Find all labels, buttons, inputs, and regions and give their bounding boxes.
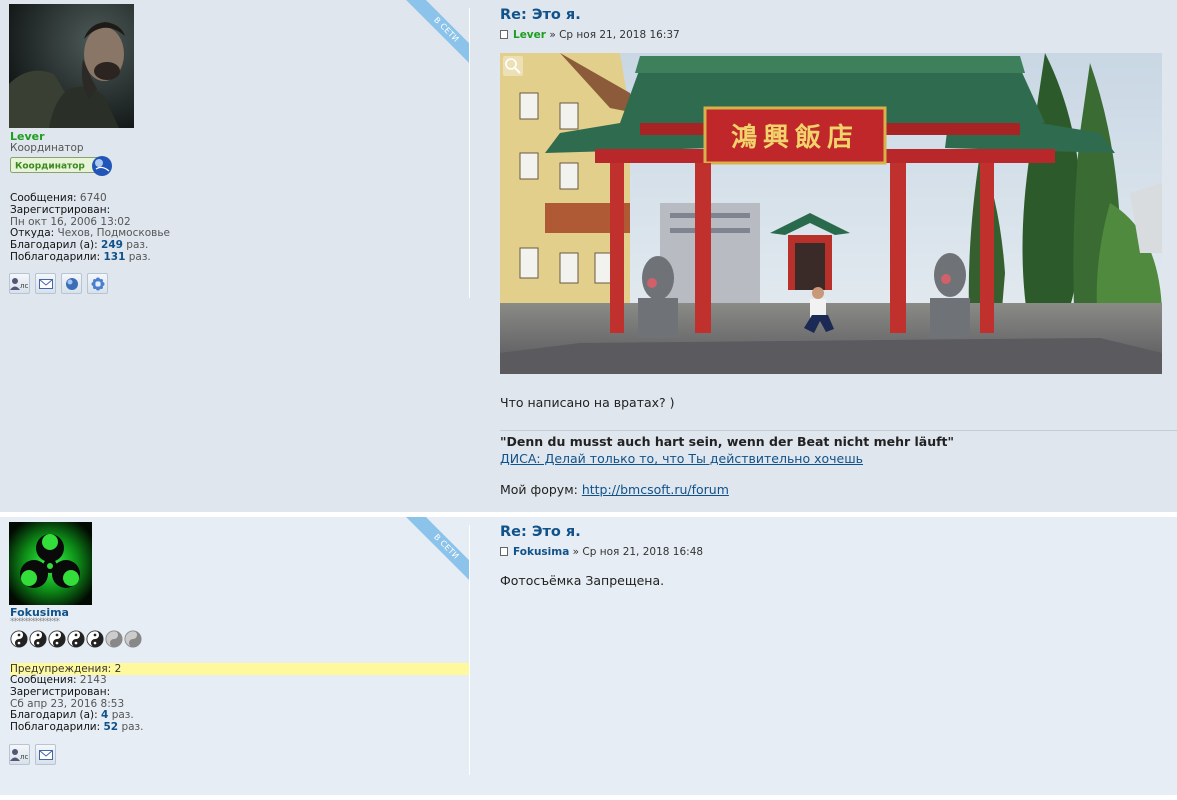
rank-stars: ************** bbox=[10, 617, 60, 627]
post-meta: Fokusima » Ср ноя 21, 2018 16:48 bbox=[500, 546, 703, 558]
meta-separator: » bbox=[549, 29, 556, 41]
post-profile: Fokusima ************** Предупреждения: … bbox=[0, 517, 470, 795]
signature-divider bbox=[500, 430, 1177, 431]
registered-label: Зарегистрирован: bbox=[10, 685, 111, 698]
post-lever: Lever Координатор Координатор Сообщения:… bbox=[0, 0, 1177, 512]
pm-icon: лс bbox=[10, 277, 28, 290]
yin-yang-icon bbox=[10, 630, 28, 648]
gate-sign-text: 鴻興飯店 bbox=[731, 122, 859, 153]
svg-text:лс: лс bbox=[20, 282, 28, 290]
online-label: В СЕТИ bbox=[405, 0, 470, 70]
registered-label: Зарегистрирован: bbox=[10, 203, 111, 216]
profile-divider bbox=[469, 8, 470, 298]
pm-button[interactable]: лс bbox=[9, 744, 30, 765]
messages-count: 2143 bbox=[79, 674, 107, 686]
rank-badge: Координатор bbox=[10, 155, 113, 177]
user-rank: Координатор bbox=[10, 142, 84, 154]
signature-quote: "Denn du musst auch hart sein, wenn der … bbox=[500, 434, 955, 449]
svg-text:лс: лс bbox=[20, 753, 28, 761]
yin-yang-icon bbox=[67, 630, 85, 648]
attached-photo[interactable]: 鴻興飯店 bbox=[500, 53, 1162, 374]
yin-yang-icon bbox=[48, 630, 66, 648]
thanks-received-count[interactable]: 52 bbox=[103, 721, 118, 733]
yin-yang-grey-icon bbox=[105, 630, 123, 648]
globe-icon bbox=[65, 277, 78, 290]
warnings-count: 2 bbox=[114, 663, 122, 675]
location-value: Чехов, Подмосковье bbox=[57, 227, 170, 240]
online-ribbon: В СЕТИ bbox=[400, 0, 470, 70]
thanked-suffix: раз. bbox=[111, 709, 134, 722]
profile-divider bbox=[469, 525, 470, 775]
thanked-suffix: раз. bbox=[126, 239, 149, 252]
thanked-label: Благодарил (а): bbox=[10, 239, 98, 252]
registered-date: Пн окт 16, 2006 13:02 bbox=[10, 215, 131, 228]
post-author[interactable]: Lever bbox=[513, 29, 546, 41]
online-ribbon: В СЕТИ bbox=[400, 517, 470, 587]
contact-buttons: лс bbox=[9, 744, 61, 765]
post-icon[interactable] bbox=[500, 547, 508, 556]
email-icon bbox=[38, 749, 53, 760]
thanks-received-label: Поблагодарили: bbox=[10, 250, 101, 263]
forum-link[interactable]: http://bmcsoft.ru/forum bbox=[582, 482, 729, 497]
icq-button[interactable] bbox=[87, 273, 108, 294]
post-title[interactable]: Re: Это я. bbox=[500, 524, 581, 540]
pm-button[interactable]: лс bbox=[9, 273, 30, 294]
post-author[interactable]: Fokusima bbox=[513, 546, 569, 558]
thanks-received-count[interactable]: 131 bbox=[103, 251, 125, 263]
thanked-count[interactable]: 4 bbox=[101, 709, 108, 721]
thanks-received-suffix: раз. bbox=[128, 250, 151, 263]
post-body: Фотосъёмка Запрещена. bbox=[500, 573, 665, 588]
post-date: Ср ноя 21, 2018 16:48 bbox=[582, 546, 704, 558]
user-stats: Сообщения: 2143 Зарегистрирован: Сб апр … bbox=[10, 674, 144, 734]
yin-yang-grey-icon bbox=[124, 630, 142, 648]
post-profile: Lever Координатор Координатор Сообщения:… bbox=[0, 0, 470, 512]
contact-buttons: лс bbox=[9, 273, 113, 294]
thanked-label: Благодарил (а): bbox=[10, 709, 98, 722]
location-label: Откуда: bbox=[10, 227, 55, 240]
email-button[interactable] bbox=[35, 744, 56, 765]
messages-count: 6740 bbox=[79, 192, 107, 204]
post-title[interactable]: Re: Это я. bbox=[500, 7, 581, 23]
messages-label: Сообщения: bbox=[10, 674, 77, 686]
yin-yang-icon bbox=[29, 630, 47, 648]
email-icon bbox=[38, 278, 53, 289]
pm-icon: лс bbox=[10, 748, 28, 761]
user-stats: Сообщения: 6740 Зарегистрирован: Пн окт … bbox=[10, 192, 170, 264]
post-icon[interactable] bbox=[500, 30, 508, 39]
meta-separator: » bbox=[572, 546, 580, 558]
post-meta: Lever » Ср ноя 21, 2018 16:37 bbox=[500, 29, 680, 41]
email-button[interactable] bbox=[35, 273, 56, 294]
yin-yang-icon bbox=[86, 630, 104, 648]
messages-label: Сообщения: bbox=[10, 192, 77, 204]
post-date: Ср ноя 21, 2018 16:37 bbox=[559, 29, 680, 41]
avatar[interactable] bbox=[9, 4, 134, 128]
rank-yinyang-row bbox=[10, 630, 143, 648]
zoom-icon[interactable] bbox=[503, 56, 523, 76]
thanks-received-suffix: раз. bbox=[121, 721, 144, 734]
thanked-count[interactable]: 249 bbox=[101, 239, 123, 251]
post-fokusima: Fokusima ************** Предупреждения: … bbox=[0, 517, 1177, 795]
forum-label: Мой форум: bbox=[500, 482, 578, 497]
registered-date: Сб апр 23, 2016 8:53 bbox=[10, 697, 125, 710]
icq-flower-icon bbox=[91, 277, 104, 290]
website-button[interactable] bbox=[61, 273, 82, 294]
thanks-received-label: Поблагодарили: bbox=[10, 721, 101, 734]
signature-link[interactable]: ДИСА: Делай только то, что Ты действител… bbox=[500, 451, 863, 466]
online-label: В СЕТИ bbox=[405, 517, 470, 587]
rank-badge-label: Координатор bbox=[15, 162, 85, 172]
avatar[interactable] bbox=[9, 522, 92, 605]
signature-forum: Мой форум: http://bmcsoft.ru/forum bbox=[500, 482, 729, 497]
post-body: Что написано на вратах? ) bbox=[500, 395, 675, 410]
